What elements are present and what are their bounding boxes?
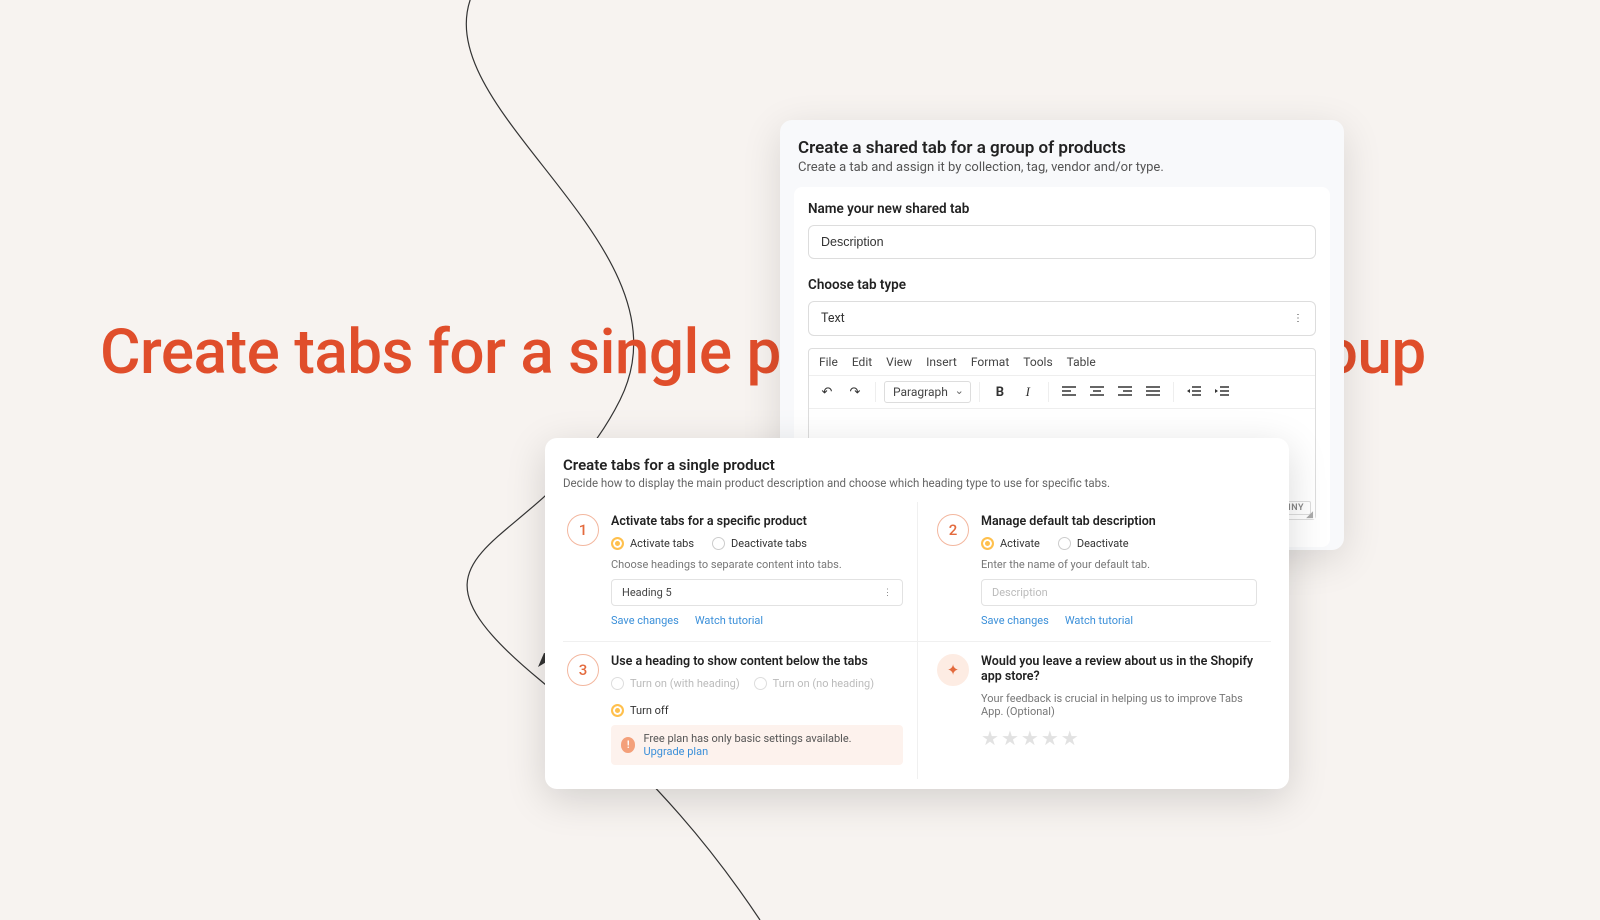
step2-helper: Enter the name of your default tab. [981, 558, 1257, 571]
radio-turn-off[interactable]: Turn off [611, 704, 669, 717]
upgrade-plan-link[interactable]: Upgrade plan [643, 745, 708, 758]
watch-tutorial-link[interactable]: Watch tutorial [695, 614, 763, 627]
star-rating[interactable]: ★ ★ ★ ★ ★ [981, 726, 1257, 750]
heading-select[interactable]: Heading 5 ⋮ [611, 579, 903, 606]
review-title: Would you leave a review about us in the… [981, 654, 1257, 684]
editor-menu-file[interactable]: File [819, 355, 838, 369]
star-icon[interactable]: ★ [1001, 726, 1019, 750]
radio-activate-tabs[interactable]: Activate tabs [611, 537, 694, 550]
name-label: Name your new shared tab [808, 201, 1316, 217]
align-right-icon[interactable] [1113, 380, 1137, 404]
step-2: 2 Manage default tab description Activat… [917, 502, 1271, 641]
editor-menu-tools[interactable]: Tools [1023, 355, 1052, 369]
watch-tutorial-link[interactable]: Watch tutorial [1065, 614, 1133, 627]
redo-icon[interactable]: ↷ [843, 380, 867, 404]
radio-turn-on-no-heading[interactable]: Turn on (no heading) [754, 677, 874, 690]
radio-turn-on-heading[interactable]: Turn on (with heading) [611, 677, 740, 690]
step1-title: Activate tabs for a specific product [611, 514, 903, 529]
default-tab-name-input[interactable]: Description [981, 579, 1257, 606]
step3-title: Use a heading to show content below the … [611, 654, 903, 669]
shared-title: Create a shared tab for a group of produ… [780, 138, 1344, 158]
review-section: ✦ Would you leave a review about us in t… [917, 642, 1271, 779]
upgrade-text: Free plan has only basic settings availa… [643, 732, 851, 745]
review-subtitle: Your feedback is crucial in helping us t… [981, 692, 1257, 718]
align-center-icon[interactable] [1085, 380, 1109, 404]
save-changes-link[interactable]: Save changes [611, 614, 679, 627]
step-badge-3: 3 [567, 654, 599, 686]
editor-menu-view[interactable]: View [886, 355, 912, 369]
type-label: Choose tab type [808, 277, 1316, 293]
single-title: Create tabs for a single product [563, 456, 1271, 474]
step2-title: Manage default tab description [981, 514, 1257, 529]
editor-menu-insert[interactable]: Insert [926, 355, 957, 369]
chevron-down-icon: ⋮ [1293, 313, 1303, 324]
chevron-down-icon: ⋮ [883, 588, 892, 598]
single-product-card: Create tabs for a single product Decide … [545, 438, 1289, 789]
star-icon[interactable]: ★ [981, 726, 999, 750]
radio-deactivate[interactable]: Deactivate [1058, 537, 1129, 550]
tab-type-value: Text [821, 311, 845, 326]
warning-icon: ! [621, 737, 635, 753]
editor-menu-table[interactable]: Table [1067, 355, 1096, 369]
bold-icon[interactable]: B [988, 380, 1012, 404]
outdent-icon[interactable] [1182, 380, 1206, 404]
sparkle-icon: ✦ [937, 654, 969, 686]
star-icon[interactable]: ★ [1041, 726, 1059, 750]
radio-deactivate-tabs[interactable]: Deactivate tabs [712, 537, 807, 550]
resize-grip-icon[interactable]: ◢ [1306, 510, 1313, 520]
step-3: 3 Use a heading to show content below th… [563, 642, 917, 779]
radio-activate[interactable]: Activate [981, 537, 1040, 550]
editor-menu-format[interactable]: Format [971, 355, 1009, 369]
step1-helper: Choose headings to separate content into… [611, 558, 903, 571]
tab-type-select[interactable]: Text ⋮ [808, 301, 1316, 336]
save-changes-link[interactable]: Save changes [981, 614, 1049, 627]
star-icon[interactable]: ★ [1021, 726, 1039, 750]
indent-icon[interactable] [1210, 380, 1234, 404]
step-badge-2: 2 [937, 514, 969, 546]
star-icon[interactable]: ★ [1061, 726, 1079, 750]
step-badge-1: 1 [567, 514, 599, 546]
single-subtitle: Decide how to display the main product d… [563, 476, 1271, 490]
tab-name-input[interactable] [808, 225, 1316, 259]
align-justify-icon[interactable] [1141, 380, 1165, 404]
step-1: 1 Activate tabs for a specific product A… [563, 502, 917, 641]
undo-icon[interactable]: ↶ [815, 380, 839, 404]
shared-subtitle: Create a tab and assign it by collection… [780, 158, 1344, 187]
align-left-icon[interactable] [1057, 380, 1081, 404]
italic-icon[interactable]: I [1016, 380, 1040, 404]
editor-menu-edit[interactable]: Edit [852, 355, 872, 369]
upgrade-callout: ! Free plan has only basic settings avai… [611, 725, 903, 765]
block-style-select[interactable]: Paragraph [884, 381, 971, 403]
